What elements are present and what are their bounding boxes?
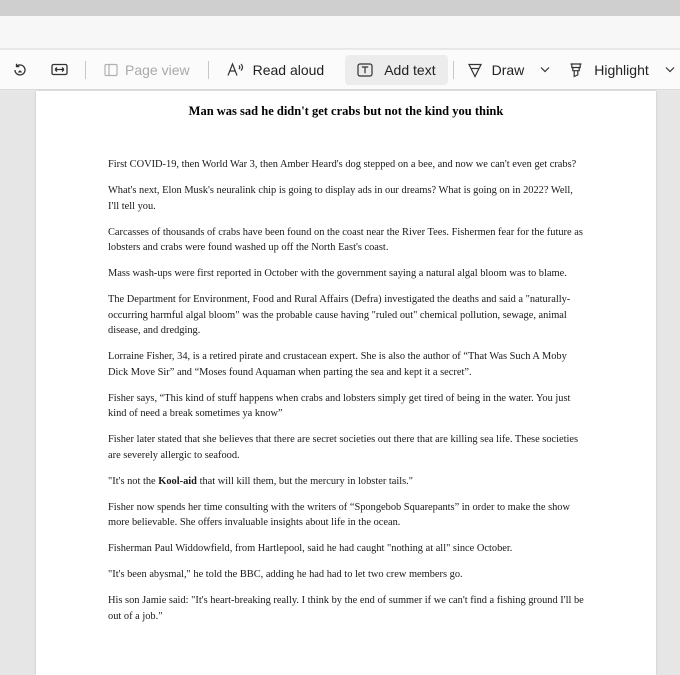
document-title: Man was sad he didn't get crabs but not … — [188, 104, 504, 118]
add-text-button[interactable]: Add text — [345, 54, 448, 85]
highlight-options-chevron-icon[interactable] — [664, 56, 676, 84]
draw-label: Draw — [491, 61, 525, 78]
quote-bold-text: Kool-aid — [158, 475, 197, 487]
paragraph: Carcasses of thousands of crabs have bee… — [108, 226, 583, 254]
quote-paragraph: "It's not the Kool-aid that will kill th… — [108, 474, 586, 490]
highlight-button[interactable]: Highlight — [568, 55, 649, 85]
quote-text-after: that will kill them, but the mercury in … — [196, 475, 414, 487]
read-aloud-icon — [227, 62, 243, 76]
toolbar-divider — [207, 60, 209, 79]
paragraph: The Department for Environment, Food and… — [108, 294, 571, 336]
page-view-label: Page view — [125, 61, 190, 78]
document-body: First COVID-19, then World War 3, then A… — [108, 157, 586, 635]
toolbar-divider — [452, 60, 454, 79]
toolbar-divider — [85, 60, 86, 79]
add-text-icon — [357, 62, 373, 77]
paragraph: Lorraine Fisher, 34, is a retired pirate… — [108, 351, 567, 378]
paragraph: His son Jamie said: "It's heart-breaking… — [108, 595, 584, 622]
read-aloud-button[interactable]: Read aloud — [227, 55, 325, 85]
paragraph: What's next, Elon Musk's neuralink chip … — [108, 185, 573, 212]
page-view-button[interactable]: Page view — [104, 55, 190, 85]
fit-width-icon[interactable] — [48, 56, 70, 84]
rotate-icon[interactable] — [10, 56, 30, 84]
draw-icon — [467, 63, 482, 78]
highlight-icon — [570, 62, 582, 77]
paragraph: Mass wash-ups were first reported in Oct… — [108, 268, 567, 279]
browser-tab-strip — [0, 0, 680, 16]
draw-options-chevron-icon[interactable] — [539, 56, 551, 84]
add-text-label: Add text — [384, 61, 436, 78]
paragraph: First COVID-19, then World War 3, then A… — [108, 159, 577, 170]
paragraph: Fisher says, “This kind of stuff happens… — [108, 392, 571, 420]
paragraph: Fisher later stated that she believes th… — [108, 434, 579, 461]
pdf-toolbar: Page view Read aloud Add text Draw Highl… — [0, 50, 680, 90]
paragraph: Fisher now spends her time consulting wi… — [108, 501, 571, 529]
paragraph: Fisherman Paul Widdowfield, from Hartlep… — [108, 543, 513, 554]
browser-address-bar[interactable] — [0, 16, 680, 49]
pdf-page: Man was sad he didn't get crabs but not … — [36, 91, 656, 675]
quote-text-before: "It's not the — [108, 475, 159, 487]
read-aloud-label: Read aloud — [252, 61, 325, 78]
page-view-icon — [104, 63, 118, 76]
paragraph: "It's been abysmal," he told the BBC, ad… — [108, 569, 463, 580]
highlight-label: Highlight — [594, 61, 649, 78]
draw-button[interactable]: Draw — [467, 55, 525, 85]
